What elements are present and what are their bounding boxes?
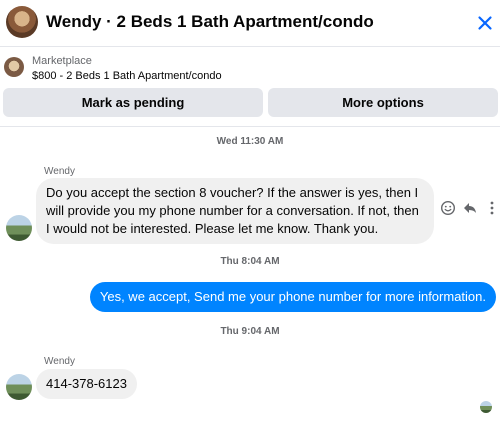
sender-avatar[interactable]	[6, 374, 32, 400]
marketplace-label: Marketplace	[32, 55, 92, 67]
chat-header: Wendy · 2 Beds 1 Bath Apartment/condo	[0, 0, 500, 47]
sender-name: Wendy	[44, 166, 75, 177]
sender-name: Wendy	[44, 356, 75, 367]
timestamp: Thu 8:04 AM	[220, 256, 280, 267]
chat-title[interactable]: Wendy · 2 Beds 1 Bath Apartment/condo	[46, 12, 374, 32]
timestamp: Wed 11:30 AM	[216, 136, 284, 147]
timestamp: Thu 9:04 AM	[220, 326, 280, 337]
message-text: Yes, we accept, Send me your phone numbe…	[99, 289, 486, 304]
listing-title[interactable]: $800 - 2 Beds 1 Bath Apartment/condo	[32, 70, 222, 82]
message-text: Do you accept the section 8 voucher? If …	[46, 185, 419, 236]
smiley-icon[interactable]	[440, 200, 456, 216]
message-actions	[440, 199, 500, 217]
seen-indicator-avatar	[480, 401, 492, 413]
contact-avatar[interactable]	[6, 6, 38, 38]
more-options-button[interactable]: More options	[268, 88, 498, 117]
sender-avatar[interactable]	[6, 215, 32, 241]
message-text: 414-378-6123	[46, 376, 127, 391]
reply-icon[interactable]	[462, 200, 478, 216]
mark-as-pending-button[interactable]: Mark as pending	[3, 88, 263, 117]
incoming-message[interactable]: 414-378-6123	[36, 369, 137, 399]
incoming-message[interactable]: Do you accept the section 8 voucher? If …	[36, 178, 434, 244]
listing-thumbnail[interactable]	[4, 57, 24, 77]
more-dots-icon[interactable]	[484, 200, 500, 216]
close-icon[interactable]	[474, 12, 496, 34]
outgoing-message[interactable]: Yes, we accept, Send me your phone numbe…	[89, 282, 496, 312]
marketplace-bar: Marketplace $800 - 2 Beds 1 Bath Apartme…	[0, 47, 500, 127]
